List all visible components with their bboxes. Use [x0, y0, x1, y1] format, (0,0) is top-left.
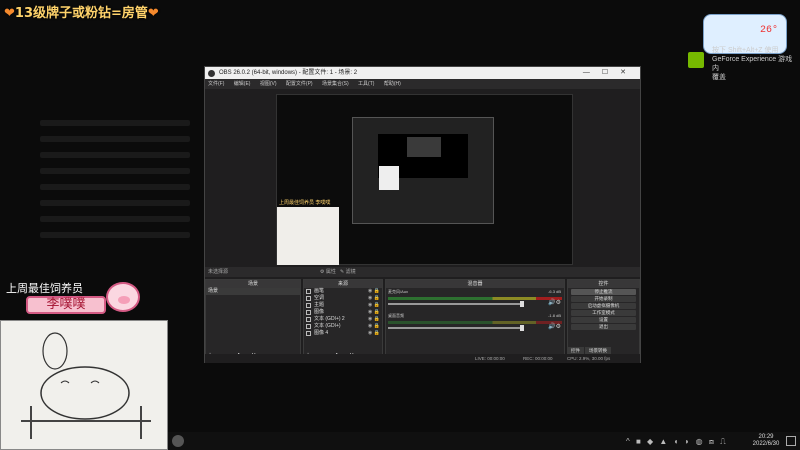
minimize-button[interactable]: — [583, 69, 602, 76]
source-type-icon [306, 324, 311, 329]
source-item[interactable]: 图像 ◉ 🔒 [304, 309, 382, 316]
visibility-icon[interactable]: ◉ 🔒 [368, 295, 380, 302]
volume-slider[interactable] [388, 301, 524, 307]
audio-meter [388, 297, 562, 300]
nvidia-icon [688, 52, 704, 68]
stop-streaming-button[interactable]: 停止推流 [571, 289, 636, 295]
close-button[interactable]: ✕ [620, 69, 638, 76]
menu-view[interactable]: 视图(V) [260, 81, 277, 87]
exit-button[interactable]: 退出 [571, 324, 636, 330]
source-type-icon [306, 310, 311, 315]
nested-preview [352, 117, 494, 224]
menu-bar: 文件(F) 编辑(E) 视图(V) 配置文件(P) 场景集合(S) 工具(T) … [205, 79, 640, 89]
obs-window: OBS 26.0.2 (64-bit, windows) - 配置文件: 1 -… [204, 66, 641, 363]
visibility-icon[interactable]: ◉ 🔒 [368, 302, 380, 309]
menu-tools[interactable]: 工具(T) [358, 81, 374, 87]
visibility-icon[interactable]: ◉ 🔒 [368, 309, 380, 316]
scenes-dock: 场景 场景 + − ∧ ∨ [205, 279, 301, 362]
volume-slider[interactable] [388, 325, 524, 331]
source-type-icon [306, 331, 311, 336]
settings-button[interactable]: 设置 [571, 317, 636, 323]
notification-icon[interactable] [786, 436, 796, 446]
best-keeper-title: 上周最佳饲养员 [6, 282, 83, 295]
faded-overlay-list [40, 110, 190, 248]
heart-icon: ❤ [147, 6, 159, 21]
source-type-icon [306, 317, 311, 322]
maximize-button[interactable]: ☐ [602, 69, 620, 76]
studio-mode-button[interactable]: 工作室模式 [571, 310, 636, 316]
filters-button[interactable]: ✎ 滤镜 [340, 269, 356, 275]
start-virtual-camera-button[interactable]: 启动虚拟摄像机 [571, 303, 636, 309]
visibility-icon[interactable]: ◉ 🔒 [368, 330, 380, 337]
scenes-dock-title: 场景 [206, 280, 300, 288]
taskbar: ^ ■ ◆ ▲ ◖ ◗ ◍ ⧈ ⎍ 20:29 2022/6/30 [168, 432, 800, 450]
menu-scene-collection[interactable]: 场景集合(S) [322, 81, 349, 87]
source-type-icon [306, 289, 311, 294]
system-tray[interactable]: ^ ■ ◆ ▲ ◖ ◗ ◍ ⧈ ⎍ [626, 437, 728, 447]
window-title: OBS 26.0.2 (64-bit, windows) - 配置文件: 1 -… [219, 70, 358, 76]
source-type-icon [306, 296, 311, 301]
banner-text: 13级牌子或粉钻=房管 [14, 6, 148, 21]
stream-preview[interactable]: 上周最佳饲养员 李噗噗 [276, 94, 573, 265]
visibility-icon[interactable]: ◉ 🔒 [368, 323, 380, 330]
desktop-stage: ❤13级牌子或粉钻=房管❤ 上周最佳饲养员 李噗噗 26° 按下 Shift+A… [0, 0, 800, 450]
mixer-dock-title: 混音器 [386, 280, 564, 288]
source-item[interactable]: 文本 (GDI+) 2 ◉ 🔒 [304, 316, 382, 323]
source-item[interactable]: 文本 (GDI+) ◉ 🔒 [304, 323, 382, 330]
source-item[interactable]: 主题 ◉ 🔒 [304, 302, 382, 309]
properties-button[interactable]: ⚙ 属性 [320, 269, 336, 275]
start-recording-button[interactable]: 开始录制 [571, 296, 636, 302]
visibility-icon[interactable]: ◉ 🔒 [368, 288, 380, 295]
mixer-channel: 麦克风/Aux -6.3 dB 🔊⚙ [388, 289, 562, 307]
pig-sketch-image [0, 320, 168, 450]
source-item[interactable]: 图像 4 ◉ 🔒 [304, 330, 382, 337]
preview-tag: 上周最佳饲养员 李噗噗 [279, 200, 331, 206]
source-item[interactable]: 空调 ◉ 🔒 [304, 295, 382, 302]
tab-transitions[interactable]: 场景转换 [585, 347, 611, 354]
live-status: LIVE: 00:00:00 [475, 356, 505, 361]
preview-sketch-image [277, 207, 339, 265]
cpu-status: CPU: 2.9%, 30.00 fps [567, 356, 611, 361]
mixer-dock: 混音器 麦克风/Aux -6.3 dB 🔊⚙ 桌面音频 -1.8 dB 🔊⚙ [385, 279, 565, 362]
obs-titlebar[interactable]: OBS 26.0.2 (64-bit, windows) - 配置文件: 1 -… [205, 67, 640, 79]
visibility-icon[interactable]: ◉ 🔒 [368, 316, 380, 323]
stream-banner: ❤13级牌子或粉钻=房管❤ [4, 2, 159, 21]
source-toolbar: 未选择源 ⚙ 属性 ✎ 滤镜 [205, 267, 640, 277]
speaker-icon[interactable]: 🔊⚙ [548, 323, 561, 330]
menu-file[interactable]: 文件(F) [208, 81, 224, 87]
tab-controls[interactable]: 控件 [567, 347, 584, 354]
no-source-label: 未选择源 [208, 269, 229, 275]
mixer-channel: 桌面音频 -1.8 dB 🔊⚙ [388, 313, 562, 331]
menu-help[interactable]: 帮助(H) [384, 81, 401, 87]
audio-meter [388, 321, 562, 324]
obs-app-icon [208, 70, 215, 77]
menu-profile[interactable]: 配置文件(P) [286, 81, 313, 87]
speaker-icon[interactable]: 🔊⚙ [548, 299, 561, 306]
sources-dock: 来源 画笔 ◉ 🔒 空调 ◉ 🔒 主题 ◉ 🔒 图像 ◉ 🔒 文本 (GDI+) 2 ◉ … [303, 279, 383, 362]
window-controls[interactable]: —☐✕ [583, 67, 638, 79]
source-type-icon [306, 303, 311, 308]
pig-icon [106, 282, 140, 312]
heart-icon: ❤ [4, 6, 15, 21]
controls-tabs: 控件 场景转换 [567, 347, 640, 354]
start-icon[interactable] [172, 435, 184, 447]
sources-dock-title: 来源 [304, 280, 382, 288]
menu-edit[interactable]: 编辑(E) [234, 81, 251, 87]
rec-status: REC: 00:00:00 [523, 356, 553, 361]
controls-dock-title: 控件 [568, 280, 639, 288]
status-bar: LIVE: 00:00:00 REC: 00:00:00 CPU: 2.9%, … [205, 354, 640, 363]
scene-item[interactable]: 场景 [206, 288, 300, 295]
taskbar-clock[interactable]: 20:29 2022/6/30 [746, 434, 786, 448]
nvidia-toast: 按下 Shift+Alt+Z 使用 GeForce Experience 游戏内… [712, 47, 793, 81]
source-item[interactable]: 画笔 ◉ 🔒 [304, 288, 382, 295]
best-keeper-name: 李噗噗 [26, 296, 106, 314]
